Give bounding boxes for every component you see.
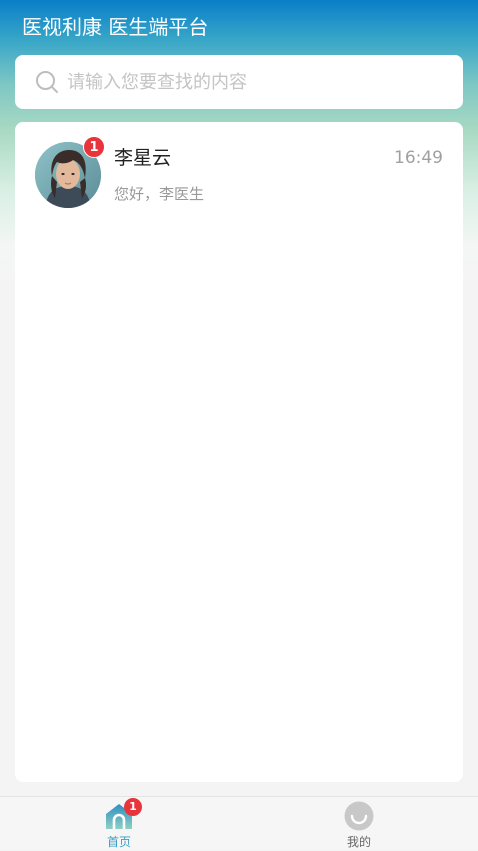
tab-badge: 1	[124, 798, 142, 816]
unread-badge: 1	[83, 136, 105, 158]
tab-label-home: 首页	[106, 835, 131, 849]
conversation-item[interactable]: 1 李星云 16:49 您好，李医生	[15, 122, 463, 222]
tab-label-mine: 我的	[346, 835, 371, 849]
conversation-name: 李星云	[114, 147, 172, 169]
bottom-tab-bar: 1 首页 我的	[0, 796, 478, 850]
tab-home[interactable]: 1 首页	[39, 797, 199, 851]
page-title: 医视利康 医生端平台	[22, 15, 209, 39]
search-icon	[35, 70, 59, 94]
conversation-preview: 您好，李医生	[114, 185, 205, 203]
conversation-list: 1 李星云 16:49 您好，李医生	[15, 122, 463, 782]
search-bar[interactable]	[15, 55, 463, 109]
search-input[interactable]	[67, 66, 447, 98]
app-root: 医视利康 医生端平台 请输入您要查找的内容 1 李星云 16:49 您好，李医生…	[0, 0, 478, 850]
profile-icon	[344, 801, 374, 831]
tab-mine[interactable]: 我的	[279, 797, 439, 851]
conversation-time: 16:49	[394, 148, 443, 168]
